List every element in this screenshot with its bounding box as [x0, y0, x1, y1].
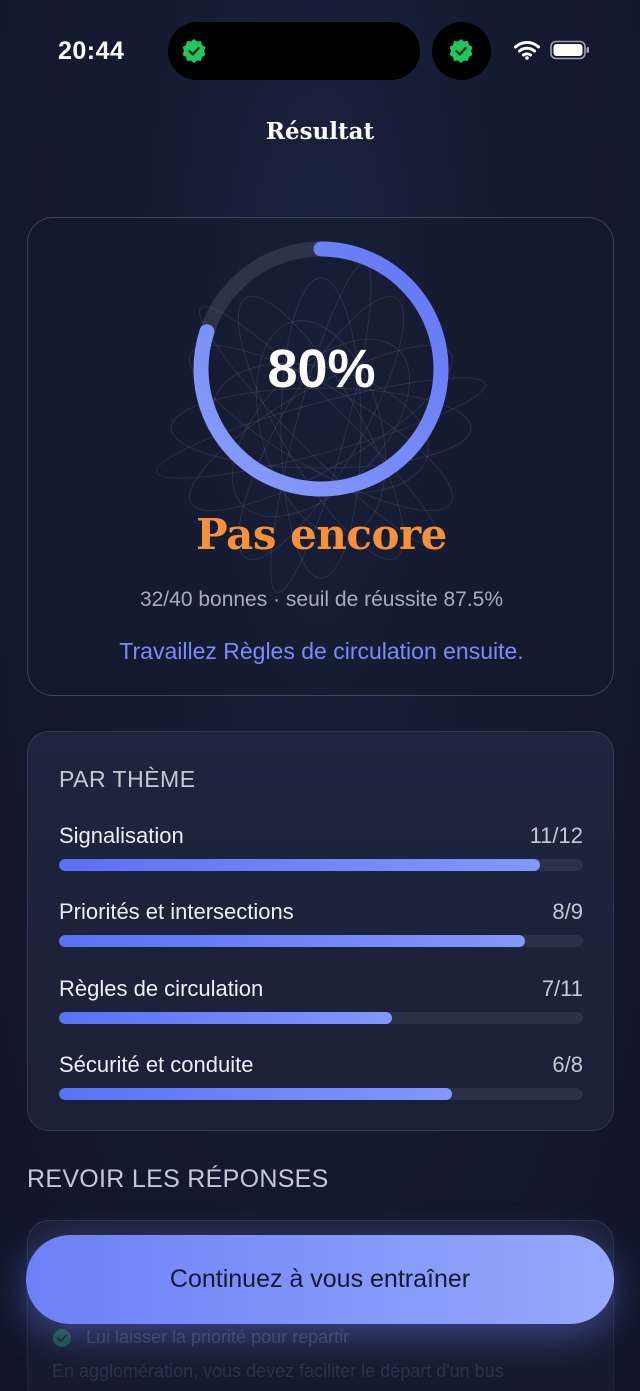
theme-row: Signalisation 11/12 — [59, 823, 583, 883]
theme-row: Règles de circulation 7/11 — [59, 976, 583, 1036]
verified-badge-icon — [449, 39, 473, 63]
verified-badge-icon — [182, 39, 206, 63]
theme-score: 6/8 — [552, 1052, 583, 1077]
score-percent: 80% — [267, 339, 376, 399]
theme-progress-fill — [59, 1012, 393, 1024]
theme-row: Priorités et intersections 8/9 — [59, 899, 583, 959]
theme-score: 11/12 — [529, 823, 583, 848]
theme-progress-track — [59, 1012, 583, 1024]
wifi-icon — [514, 41, 540, 60]
theme-name: Priorités et intersections — [59, 899, 294, 924]
theme-progress-track — [59, 859, 583, 871]
battery-icon — [550, 40, 589, 60]
score-summary: 32/40 bonnes · seuil de réussite 87.5% — [139, 588, 504, 611]
theme-progress-track — [59, 1088, 583, 1100]
theme-name: Sécurité et conduite — [59, 1052, 254, 1077]
status-bar: 20:44 — [0, 0, 640, 100]
theme-progress-fill — [59, 1088, 452, 1100]
status-time: 20:44 — [58, 37, 125, 65]
review-explanation: En agglomération, vous devez faciliter l… — [52, 1361, 504, 1381]
theme-row: Sécurité et conduite 6/8 — [59, 1052, 583, 1112]
theme-progress-fill — [59, 859, 540, 871]
themes-card: PAR THÈME Signalisation 11/12 Priorités … — [27, 731, 614, 1131]
result-card: 80% Pas encore 32/40 bonnes · seuil de r… — [27, 217, 614, 696]
theme-progress-fill — [59, 935, 525, 947]
review-question-text: Lui laisser la priorité pour repartir — [86, 1327, 350, 1347]
check-circle-icon — [53, 1328, 71, 1347]
theme-name: Règles de circulation — [59, 976, 264, 1001]
review-question[interactable]: Lui laisser la priorité pour repartir — [52, 1327, 349, 1348]
verdict-label: Pas encore — [196, 510, 447, 559]
theme-name: Signalisation — [59, 823, 184, 848]
theme-score: 7/11 — [541, 976, 583, 1001]
theme-score: 8/9 — [552, 899, 583, 924]
status-icons — [514, 40, 590, 60]
continue-practice-button[interactable]: Continuez à vous entraîner — [26, 1235, 614, 1324]
advice-text: Travaillez Règles de circulation ensuite… — [119, 638, 524, 664]
themes-heading: PAR THÈME — [59, 766, 196, 792]
page-title: Résultat — [265, 118, 375, 145]
theme-progress-track — [59, 935, 583, 947]
review-heading: REVOIR LES RÉPONSES — [27, 1165, 329, 1193]
